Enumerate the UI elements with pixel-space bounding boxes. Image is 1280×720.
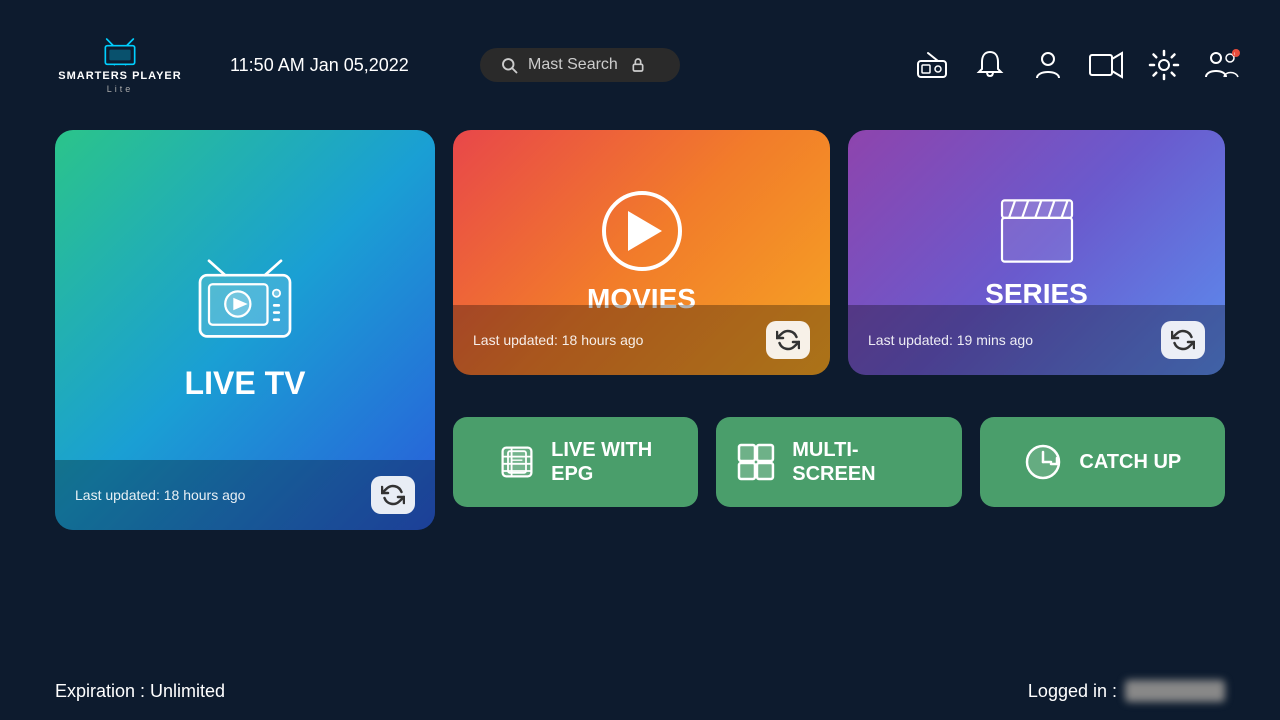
epg-icon: [499, 444, 535, 480]
svg-text:!: !: [1234, 53, 1235, 59]
datetime-display: 11:50 AM Jan 05,2022: [230, 55, 450, 76]
logged-in-value-blurred: [1125, 680, 1225, 702]
header-icons: !: [914, 47, 1240, 83]
movies-card[interactable]: MOVIES Last updated: 18 hours ago: [453, 130, 830, 375]
catch-up-label: CATCH UP: [1079, 450, 1181, 474]
movies-last-updated: Last updated: 18 hours ago: [473, 332, 643, 348]
logo-name: SMARTERS PLAYER: [58, 70, 181, 83]
live-tv-card[interactable]: LIVE TV Last updated: 18 hours ago: [55, 130, 435, 530]
user-icon-btn[interactable]: [1030, 47, 1066, 83]
series-clapper-icon: [997, 196, 1077, 266]
live-tv-footer: Last updated: 18 hours ago: [55, 460, 435, 530]
search-bar[interactable]: Mast Search: [480, 48, 680, 82]
play-triangle: [628, 211, 662, 251]
switch-user-icon-btn[interactable]: !: [1204, 47, 1240, 83]
series-last-updated: Last updated: 19 mins ago: [868, 332, 1033, 348]
movies-footer: Last updated: 18 hours ago: [453, 305, 830, 375]
search-placeholder: Mast Search: [528, 56, 618, 74]
header: SMARTERS PLAYER Lite 11:50 AM Jan 05,202…: [0, 0, 1280, 130]
record-icon-btn[interactable]: [1088, 47, 1124, 83]
logo: SMARTERS PLAYER Lite: [40, 36, 200, 93]
live-tv-icon: [190, 259, 300, 349]
series-footer: Last updated: 19 mins ago: [848, 305, 1225, 375]
logo-lite: Lite: [107, 84, 134, 94]
logged-in-container: Logged in :: [1028, 680, 1225, 702]
refresh-icon: [381, 483, 405, 507]
expiration-text: Expiration : Unlimited: [55, 681, 225, 702]
logged-in-label: Logged in :: [1028, 681, 1117, 702]
search-icon: [500, 56, 518, 74]
bottom-cards-row: LIVE WITH EPG MULTI-SCREEN: [453, 417, 1225, 531]
live-with-epg-label: LIVE WITH EPG: [551, 438, 652, 486]
main-content: LIVE TV Last updated: 18 hours ago MOVIE…: [0, 130, 1280, 530]
series-refresh-icon: [1171, 328, 1195, 352]
live-tv-refresh-btn[interactable]: [371, 476, 415, 514]
lock-icon: [630, 57, 646, 73]
series-card[interactable]: SERIES Last updated: 19 mins ago: [848, 130, 1225, 375]
live-with-epg-card[interactable]: LIVE WITH EPG: [453, 417, 698, 507]
cards-grid: LIVE TV Last updated: 18 hours ago MOVIE…: [55, 130, 1225, 530]
multiscreen-icon: [736, 442, 776, 482]
live-tv-last-updated: Last updated: 18 hours ago: [75, 487, 245, 503]
movies-refresh-icon: [776, 328, 800, 352]
radio-icon-btn[interactable]: [914, 47, 950, 83]
footer: Expiration : Unlimited Logged in :: [55, 680, 1225, 702]
settings-icon-btn[interactable]: [1146, 47, 1182, 83]
series-refresh-btn[interactable]: [1161, 321, 1205, 359]
multi-screen-label: MULTI-SCREEN: [792, 438, 941, 486]
bell-icon-btn[interactable]: [972, 47, 1008, 83]
multi-screen-card[interactable]: MULTI-SCREEN: [716, 417, 961, 507]
logo-tv-icon: [100, 36, 140, 66]
live-tv-label: LIVE TV: [185, 365, 306, 402]
movies-play-icon: [602, 191, 682, 271]
catch-up-card[interactable]: CATCH UP: [980, 417, 1225, 507]
movies-refresh-btn[interactable]: [766, 321, 810, 359]
catchup-clock-icon: [1023, 442, 1063, 482]
